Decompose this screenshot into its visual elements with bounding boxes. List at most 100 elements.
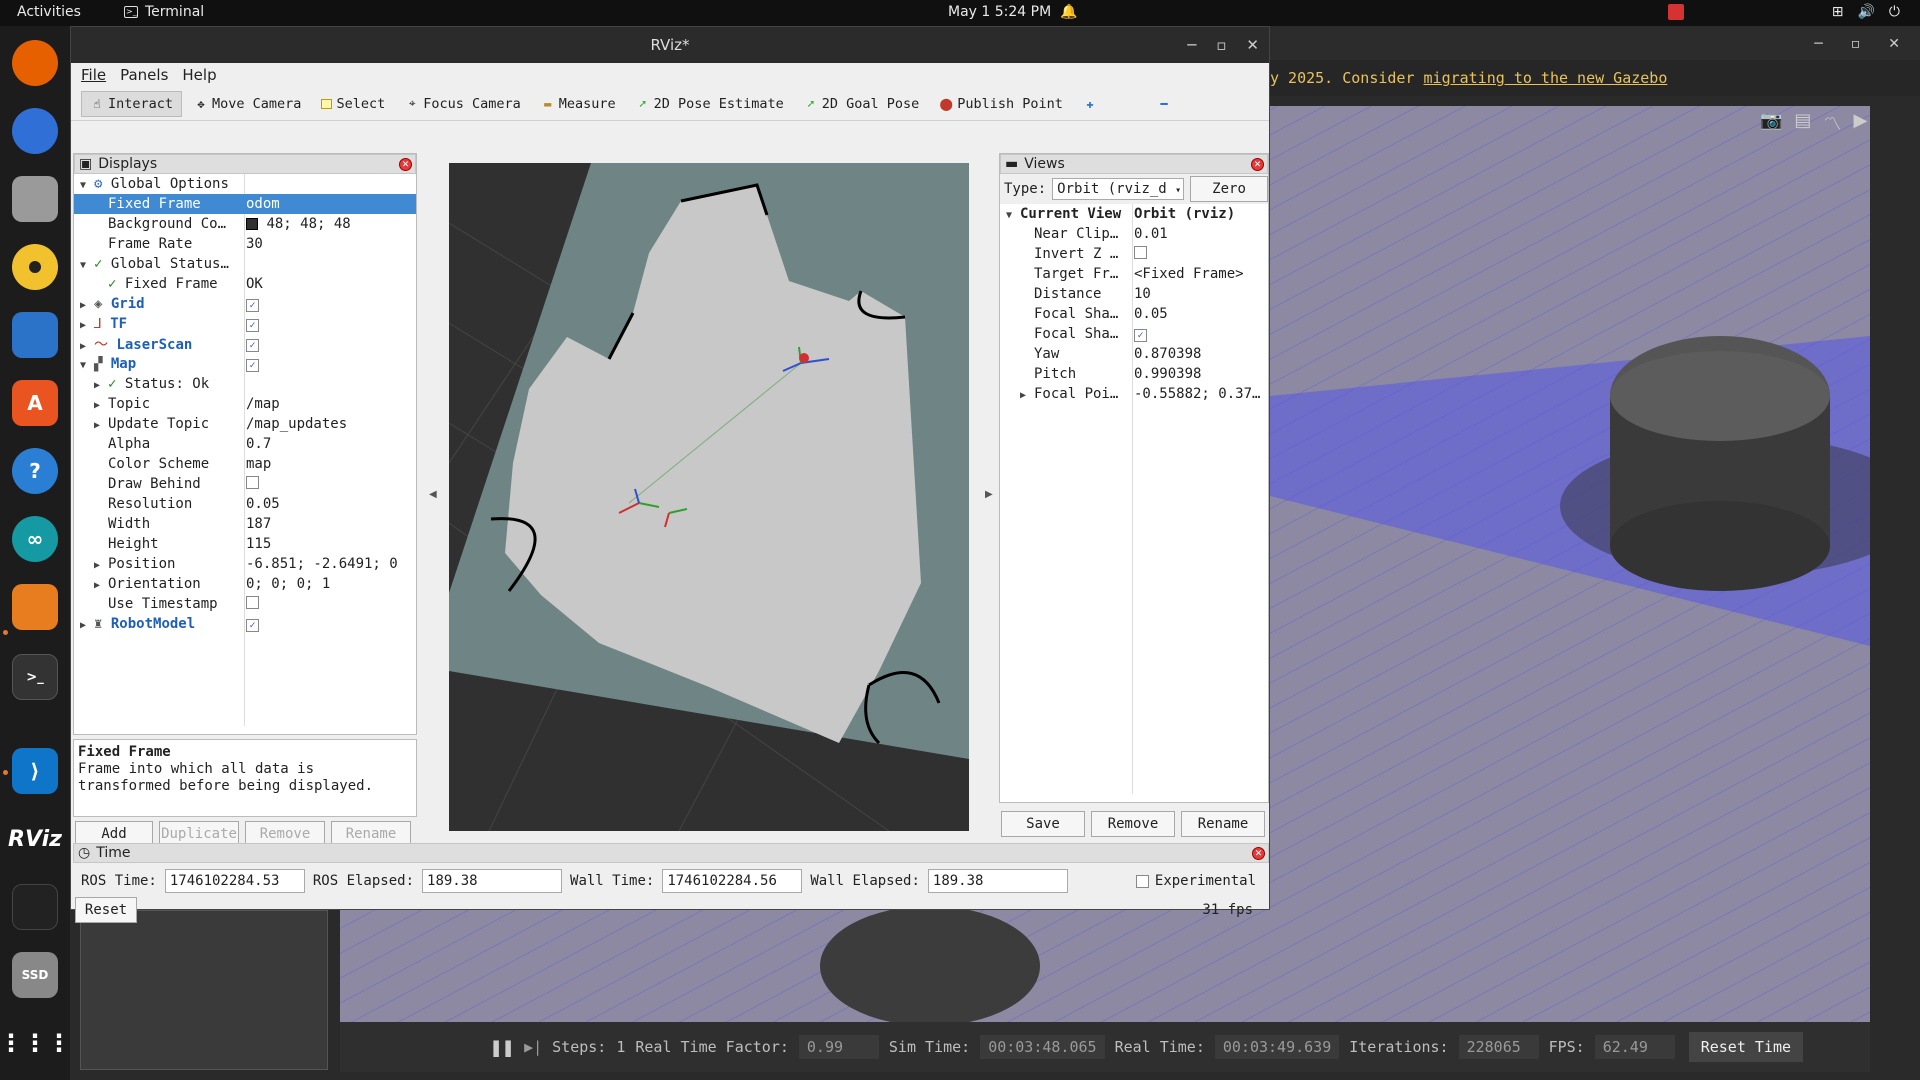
video-icon[interactable]: ▶ bbox=[1853, 110, 1867, 136]
tree-row[interactable]: ▶ ◈ Grid ✓ bbox=[74, 294, 416, 314]
tree-row[interactable]: Pitch 0.990398 bbox=[1000, 364, 1268, 384]
network-icon[interactable]: ⊞ bbox=[1832, 4, 1844, 20]
log-icon[interactable]: ▤ bbox=[1794, 110, 1811, 136]
tree-row[interactable]: ▼ Current View Orbit (rviz) bbox=[1000, 204, 1268, 224]
expand-arrow-icon[interactable]: ▶ bbox=[80, 620, 94, 631]
tree-row[interactable]: Color Scheme map bbox=[74, 454, 416, 474]
app-center-icon[interactable]: A bbox=[12, 380, 58, 426]
collapse-left-icon[interactable]: ◀ bbox=[429, 489, 437, 500]
help-icon[interactable]: ? bbox=[12, 448, 58, 494]
banner-link[interactable]: migrating to the new Gazebo bbox=[1424, 69, 1668, 87]
tree-row[interactable]: Width 187 bbox=[74, 514, 416, 534]
tree-row[interactable]: ▼ ✓ Global Status… bbox=[74, 254, 416, 274]
wall-time-field[interactable]: 1746102284.56 bbox=[662, 869, 803, 893]
tree-row[interactable]: Focal Sha… ✓ bbox=[1000, 324, 1268, 344]
enable-checkbox[interactable]: ✓ bbox=[246, 619, 259, 632]
ros-elapsed-field[interactable]: 189.38 bbox=[422, 869, 563, 893]
writer-icon[interactable] bbox=[12, 312, 58, 358]
enable-checkbox[interactable]: ✓ bbox=[246, 319, 259, 332]
rhythmbox-icon[interactable] bbox=[12, 244, 58, 290]
rviz-icon[interactable]: RViz bbox=[8, 816, 62, 862]
enable-checkbox[interactable]: ✓ bbox=[246, 299, 259, 312]
tree-row[interactable]: Invert Z … bbox=[1000, 244, 1268, 264]
tree-row[interactable]: Resolution 0.05 bbox=[74, 494, 416, 514]
wall-elapsed-field[interactable]: 189.38 bbox=[927, 869, 1068, 893]
tool-2d-goal-pose[interactable]: ➚ 2D Goal Pose bbox=[796, 92, 928, 116]
rviz-titlebar[interactable]: RViz* ─ ▫ ✕ bbox=[71, 27, 1269, 63]
remove-view-button[interactable]: Remove bbox=[1091, 811, 1175, 837]
camera-icon[interactable]: 📷 bbox=[1760, 110, 1782, 136]
tool-focus-camera[interactable]: ⌖ Focus Camera bbox=[397, 92, 529, 116]
tree-row[interactable]: Fixed Frame odom bbox=[74, 194, 416, 214]
add-tool-button[interactable]: ✚ bbox=[1075, 93, 1105, 115]
tree-row[interactable]: Frame Rate 30 bbox=[74, 234, 416, 254]
expand-arrow-icon[interactable]: ▼ bbox=[80, 360, 94, 371]
row-value[interactable]: 30 bbox=[246, 236, 263, 252]
tree-row[interactable]: ▶ Position -6.851; -2.6491; 0 bbox=[74, 554, 416, 574]
tree-row[interactable]: ▶ ✓ Status: Ok bbox=[74, 374, 416, 394]
expand-arrow-icon[interactable]: ▶ bbox=[94, 400, 108, 411]
close-icon[interactable]: ✕ bbox=[1252, 847, 1265, 860]
close-icon[interactable]: ✕ bbox=[1251, 158, 1264, 171]
row-value[interactable]: 0.05 bbox=[1134, 306, 1168, 322]
use-timestamp-checkbox[interactable] bbox=[246, 595, 259, 609]
expand-arrow-icon[interactable]: ▶ bbox=[80, 341, 94, 352]
close-icon[interactable]: ✕ bbox=[1246, 27, 1259, 63]
zero-button[interactable]: Zero bbox=[1190, 176, 1268, 202]
color-swatch[interactable] bbox=[246, 218, 258, 230]
menu-file[interactable]: File bbox=[81, 66, 106, 84]
ros-time-field[interactable]: 1746102284.53 bbox=[164, 869, 305, 893]
tool-publish-point[interactable]: ⬤ Publish Point bbox=[931, 92, 1071, 116]
ssd-icon[interactable]: SSD bbox=[12, 952, 58, 998]
collapse-right-icon[interactable]: ▶ bbox=[985, 489, 993, 500]
plot-icon[interactable]: 〽 bbox=[1823, 110, 1841, 136]
drive-icon[interactable] bbox=[12, 884, 58, 930]
rename-view-button[interactable]: Rename bbox=[1181, 811, 1265, 837]
steps-value[interactable]: 1 bbox=[616, 1038, 625, 1056]
minimize-icon[interactable]: ─ bbox=[1814, 36, 1822, 52]
minimize-icon[interactable]: ─ bbox=[1187, 27, 1196, 63]
row-value[interactable]: map bbox=[246, 456, 271, 472]
sublime-icon[interactable] bbox=[12, 584, 58, 630]
expand-arrow-icon[interactable]: ▶ bbox=[94, 420, 108, 431]
close-icon[interactable]: ✕ bbox=[399, 158, 412, 171]
row-value[interactable]: 0.870398 bbox=[1134, 346, 1201, 362]
experimental-checkbox[interactable] bbox=[1135, 874, 1149, 888]
row-value[interactable]: /map bbox=[246, 396, 280, 412]
row-value[interactable]: /map_updates bbox=[246, 416, 347, 432]
focal-shape-checkbox[interactable]: ✓ bbox=[1134, 329, 1147, 342]
tree-row[interactable]: Target Fr… <Fixed Frame> bbox=[1000, 264, 1268, 284]
tree-row[interactable]: ▼ ⚙ Global Options bbox=[74, 174, 416, 194]
clock[interactable]: May 1 5:24 PM bbox=[948, 4, 1051, 20]
row-value[interactable]: 10 bbox=[1134, 286, 1151, 302]
remove-tool-button[interactable]: ━ bbox=[1149, 93, 1179, 115]
tree-row[interactable]: Near Clip… 0.01 bbox=[1000, 224, 1268, 244]
row-value[interactable]: 48; 48; 48 bbox=[266, 216, 350, 232]
maximize-icon[interactable]: ▫ bbox=[1851, 36, 1861, 52]
power-icon[interactable]: ⏻ bbox=[1889, 4, 1900, 20]
menu-help[interactable]: Help bbox=[182, 66, 216, 84]
tree-row[interactable]: ▶ Update Topic/map_updates bbox=[74, 414, 416, 434]
arduino-icon[interactable]: ∞ bbox=[12, 516, 58, 562]
system-tray[interactable]: ⊞ 🔊 ⏻ bbox=[1667, 4, 1900, 20]
row-value[interactable]: odom bbox=[246, 196, 280, 212]
enable-checkbox[interactable]: ✓ bbox=[246, 359, 259, 372]
expand-arrow-icon[interactable]: ▶ bbox=[1020, 390, 1034, 401]
expand-arrow-icon[interactable]: ▶ bbox=[94, 380, 108, 391]
thunderbird-icon[interactable] bbox=[12, 108, 58, 154]
render-viewport[interactable] bbox=[449, 163, 969, 831]
tree-row[interactable]: Draw Behind bbox=[74, 474, 416, 494]
tool-move-camera[interactable]: ✥ Move Camera bbox=[186, 92, 309, 116]
tree-row[interactable]: ▶ Focal Poi… -0.55882; 0.37… bbox=[1000, 384, 1268, 404]
close-icon[interactable]: ✕ bbox=[1888, 36, 1900, 52]
activities-button[interactable]: Activities bbox=[17, 4, 81, 20]
tree-row[interactable]: ▶ Topic/map bbox=[74, 394, 416, 414]
save-button[interactable]: Save bbox=[1001, 811, 1085, 837]
menu-panels[interactable]: Panels bbox=[120, 66, 168, 84]
tree-row[interactable]: ▶ ♜ RobotModel ✓ bbox=[74, 614, 416, 634]
row-value[interactable]: <Fixed Frame> bbox=[1134, 266, 1244, 282]
tree-row[interactable]: ✓ Fixed Frame OK bbox=[74, 274, 416, 294]
app-grid-icon[interactable]: ⋮⋮⋮ bbox=[0, 1020, 71, 1066]
app-menu[interactable]: >_ Terminal bbox=[124, 4, 204, 20]
maximize-icon[interactable]: ▫ bbox=[1216, 27, 1226, 63]
